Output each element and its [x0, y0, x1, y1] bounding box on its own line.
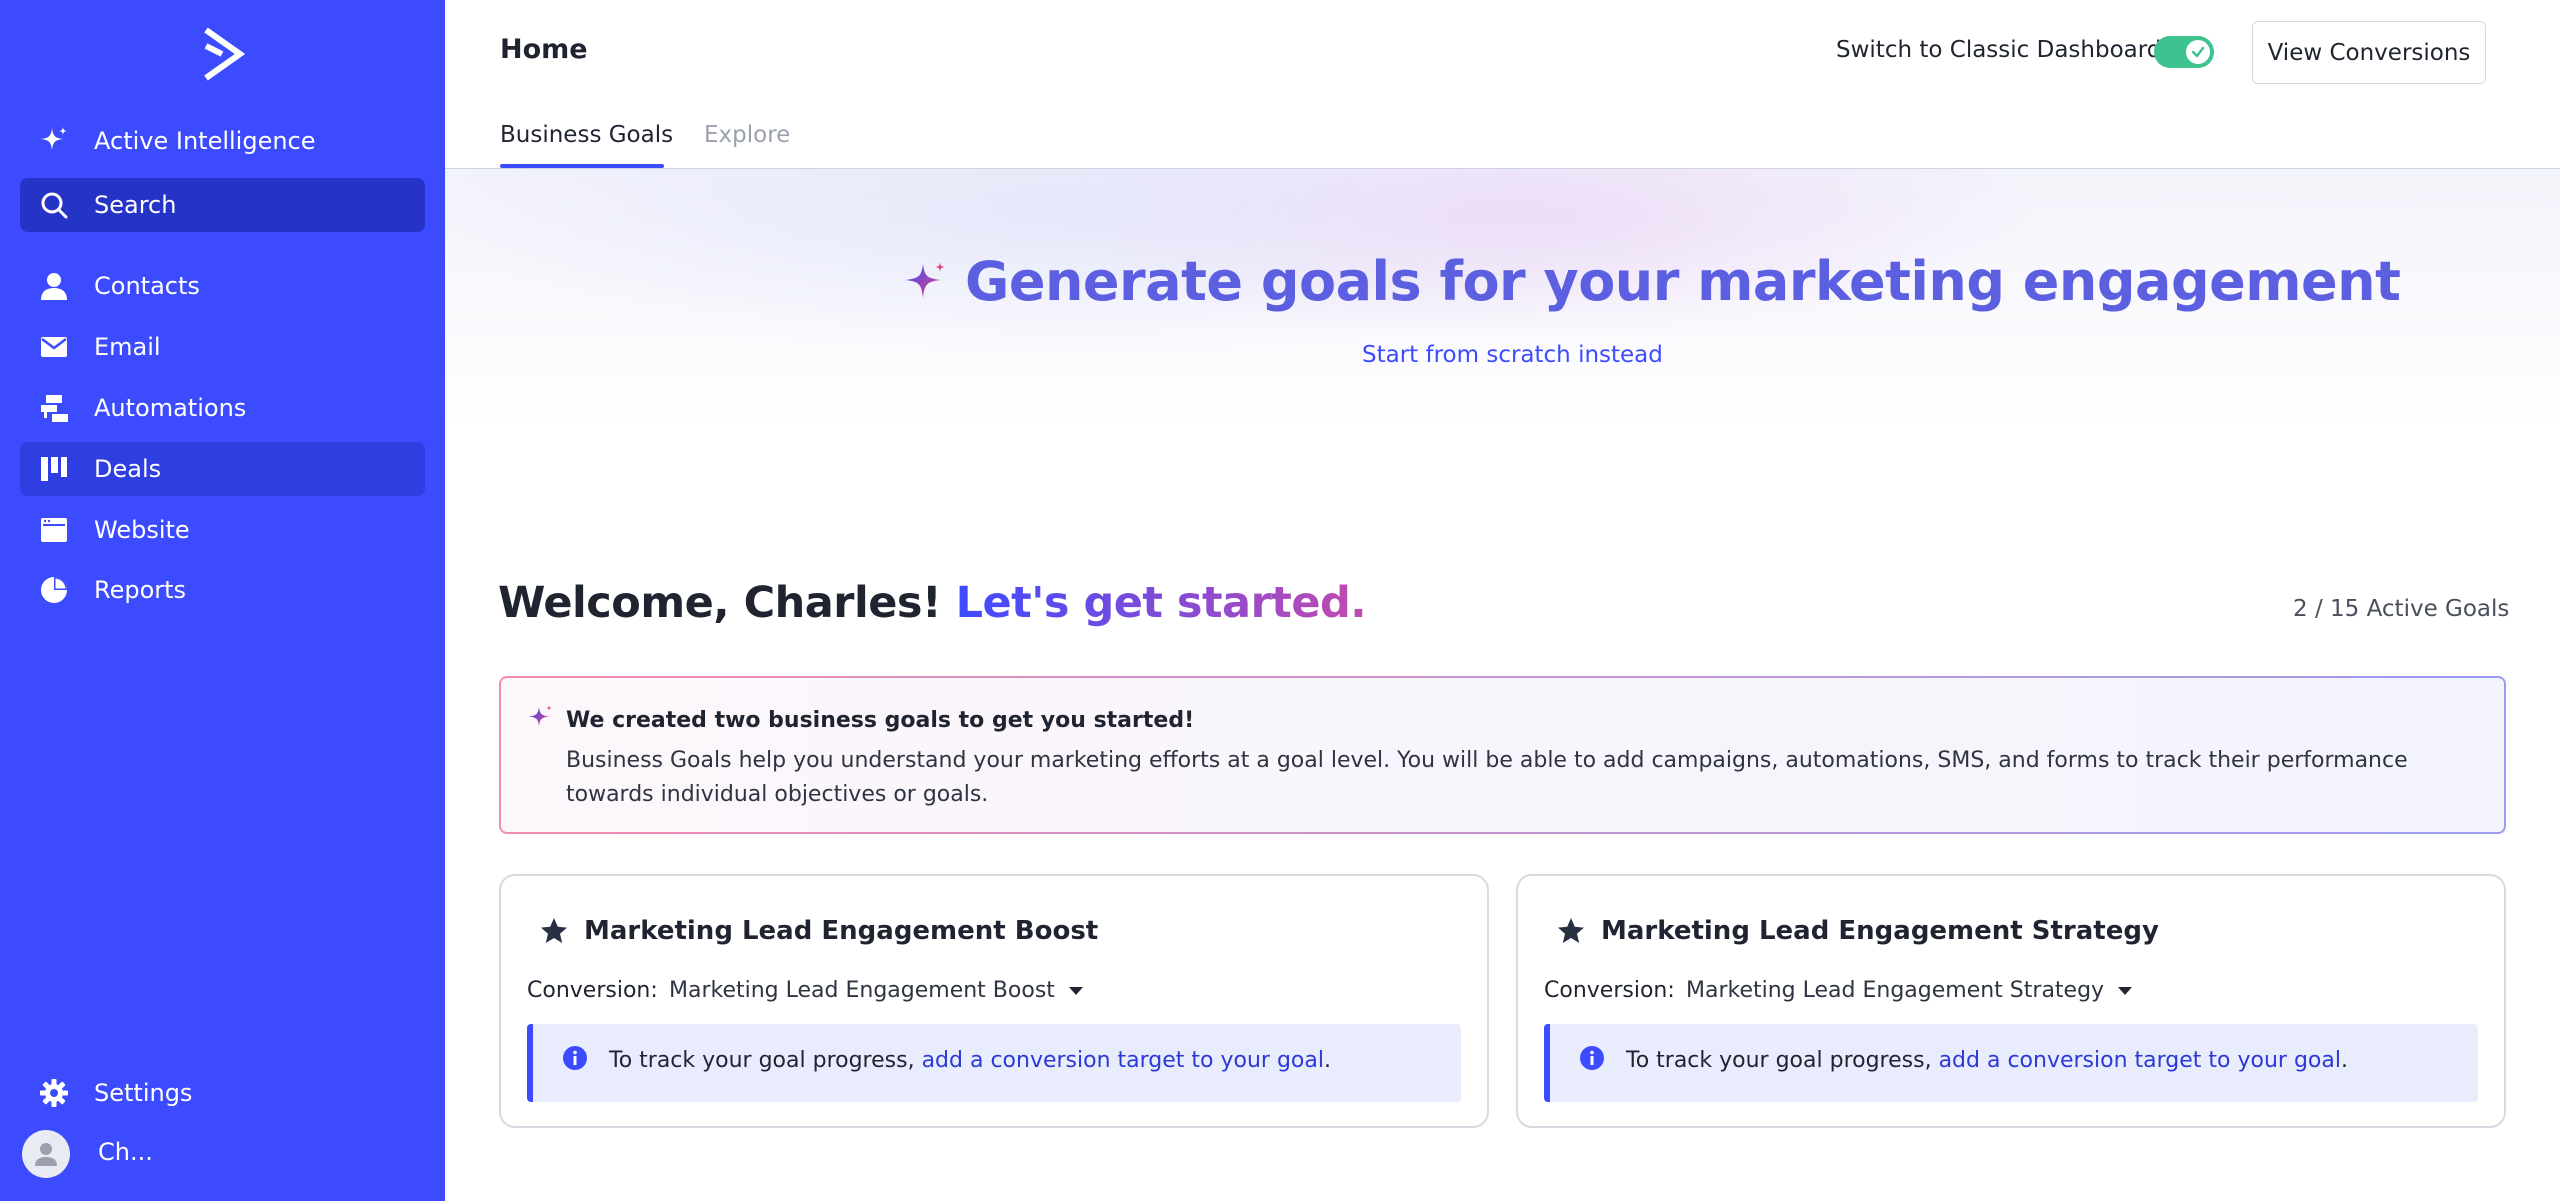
automations-icon [36, 390, 72, 426]
sidebar-item-automations[interactable]: Automations [20, 381, 425, 435]
active-goals-count: 2 / 15 Active Goals [2293, 596, 2510, 622]
welcome-greeting: Welcome, Charles! [498, 578, 942, 628]
add-conversion-target-link[interactable]: add a conversion target to your goal [922, 1048, 1324, 1073]
conversion-label: Conversion: [1544, 978, 1675, 1003]
sidebar-item-deals[interactable]: Deals [20, 442, 425, 496]
search-icon [36, 187, 72, 223]
sidebar-item-label: Active Intelligence [94, 127, 316, 155]
person-icon [36, 268, 72, 304]
check-icon [2191, 46, 2205, 58]
sidebar-item-email[interactable]: Email [20, 320, 425, 374]
sparkle-icon [529, 705, 552, 726]
info-banner-title: We created two business goals to get you… [566, 708, 1195, 733]
sidebar-item-label: Search [94, 191, 177, 219]
welcome-heading: Welcome, Charles! Let's get started. [498, 578, 1367, 628]
conversion-info-box: To track your goal progress, add a conve… [1544, 1024, 2478, 1102]
view-conversions-button[interactable]: View Conversions [2252, 21, 2486, 84]
pie-chart-icon [36, 572, 72, 608]
sidebar-item-reports[interactable]: Reports [20, 563, 425, 617]
info-banner: We created two business goals to get you… [499, 676, 2506, 834]
sidebar-item-label: Reports [94, 576, 187, 604]
sidebar-item-label: Automations [94, 394, 247, 422]
sidebar-item-settings[interactable]: Settings [20, 1066, 425, 1120]
add-conversion-target-link[interactable]: add a conversion target to your goal [1939, 1048, 2341, 1073]
goal-title: Marketing Lead Engagement Boost [584, 916, 1099, 946]
hero-title: Generate goals for your marketing engage… [965, 250, 2401, 313]
info-text-suffix: . [1323, 1048, 1331, 1073]
user-name[interactable]: Ch... [98, 1138, 153, 1166]
classic-dashboard-toggle[interactable] [2154, 36, 2214, 68]
sidebar-item-label: Website [94, 516, 190, 544]
sidebar: Active Intelligence Search Contacts Emai… [0, 0, 445, 1201]
conversion-dropdown[interactable]: Marketing Lead Engagement Strategy [1686, 978, 2133, 1003]
info-text: To track your goal progress, add a conve… [609, 1048, 1331, 1073]
gear-icon [36, 1075, 72, 1111]
info-icon [1580, 1046, 1604, 1070]
conversion-dropdown[interactable]: Marketing Lead Engagement Boost [669, 978, 1083, 1003]
info-text-suffix: . [2340, 1048, 2348, 1073]
tab-business-goals[interactable]: Business Goals [500, 122, 673, 148]
caret-down-icon [1068, 987, 1083, 995]
info-text: To track your goal progress, add a conve… [1626, 1048, 2348, 1073]
info-banner-text: Business Goals help you understand your … [566, 748, 2408, 807]
conversion-info-box: To track your goal progress, add a conve… [527, 1024, 1461, 1102]
sidebar-search[interactable]: Search [20, 178, 425, 232]
sidebar-item-label: Settings [94, 1079, 193, 1107]
tab-explore[interactable]: Explore [704, 122, 790, 148]
start-from-scratch-link[interactable]: Start from scratch instead [1362, 342, 1663, 368]
sidebar-item-label: Contacts [94, 272, 200, 300]
conversion-value: Marketing Lead Engagement Boost [669, 978, 1055, 1003]
sidebar-item-active-intelligence[interactable]: Active Intelligence [20, 114, 425, 168]
deals-icon [36, 451, 72, 487]
sparkle-icon [905, 262, 945, 298]
info-text-prefix: To track your goal progress, [609, 1048, 922, 1073]
goal-title: Marketing Lead Engagement Strategy [1601, 916, 2159, 946]
toggle-knob [2186, 40, 2210, 64]
classic-dashboard-switch-label: Switch to Classic Dashboard [1836, 37, 2162, 63]
star-icon[interactable] [1556, 916, 1586, 946]
caret-down-icon [2118, 987, 2133, 995]
website-icon [36, 512, 72, 548]
sparkle-icon [36, 123, 72, 159]
info-banner-body: We created two business goals to get you… [501, 678, 2504, 832]
hero-section [445, 169, 2560, 569]
sidebar-item-label: Deals [94, 455, 162, 483]
goal-card[interactable]: Marketing Lead Engagement Strategy Conve… [1516, 874, 2506, 1128]
sidebar-item-contacts[interactable]: Contacts [20, 259, 425, 313]
goal-card[interactable]: Marketing Lead Engagement Boost Conversi… [499, 874, 1489, 1128]
avatar[interactable] [22, 1130, 70, 1178]
info-icon [563, 1046, 587, 1070]
sidebar-item-website[interactable]: Website [20, 503, 425, 557]
star-icon[interactable] [539, 916, 569, 946]
page-title: Home [500, 34, 588, 65]
envelope-icon [36, 329, 72, 365]
activecampaign-logo[interactable] [200, 26, 246, 82]
sidebar-item-label: Email [94, 333, 161, 361]
conversion-label: Conversion: [527, 978, 658, 1003]
conversion-value: Marketing Lead Engagement Strategy [1686, 978, 2105, 1003]
user-icon [35, 1143, 57, 1166]
info-text-prefix: To track your goal progress, [1626, 1048, 1939, 1073]
welcome-cta: Let's get started. [955, 578, 1367, 628]
